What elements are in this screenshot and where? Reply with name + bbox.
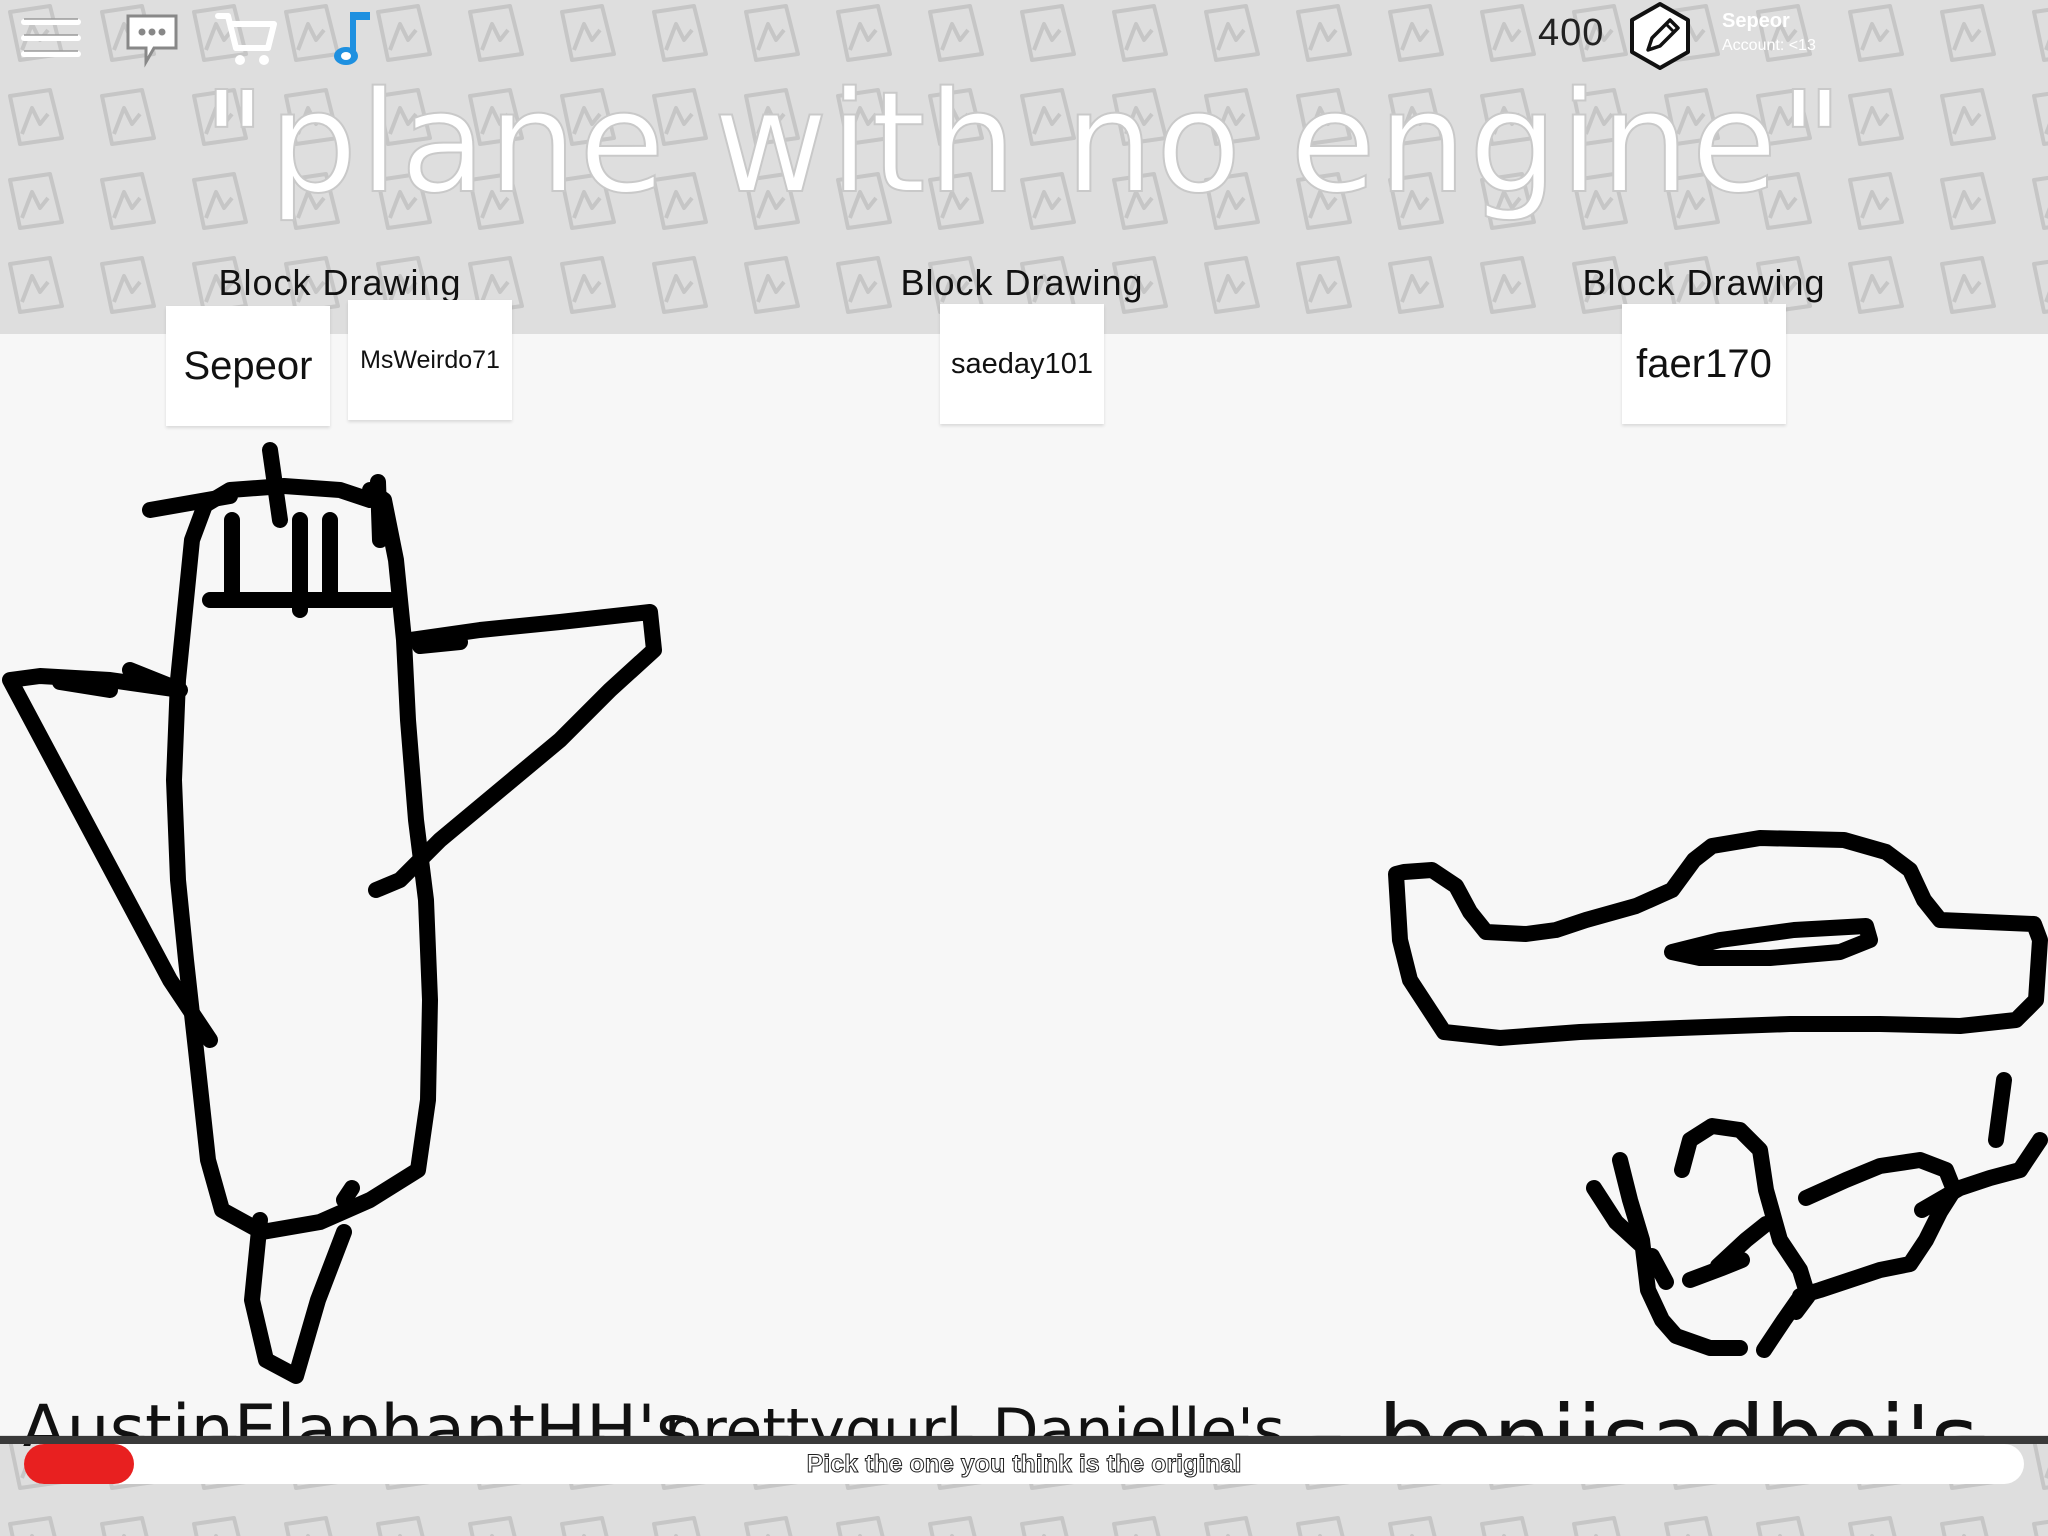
block-drawing-label-3: Block Drawing bbox=[1582, 262, 1826, 303]
player-tag[interactable]: Sepeor bbox=[166, 306, 330, 426]
block-drawing-label-2: Block Drawing bbox=[900, 262, 1144, 303]
username-label: Sepeor bbox=[1722, 10, 1790, 32]
status-message: Pick the one you think is the original bbox=[806, 1450, 1242, 1479]
player-tag[interactable]: faer170 bbox=[1622, 304, 1786, 424]
account-label: Account: <13 bbox=[1722, 37, 1816, 54]
player-tag[interactable]: MsWeirdo71 bbox=[348, 300, 512, 420]
drawing-canvas[interactable] bbox=[0, 334, 2048, 1435]
chat-bubble-icon[interactable] bbox=[120, 8, 186, 68]
drawing-prompt: "plane with no engine" bbox=[201, 62, 1846, 225]
coin-count: 400 bbox=[1538, 12, 1605, 54]
hamburger-menu-icon[interactable] bbox=[18, 8, 84, 68]
block-drawing-label-1: Block Drawing bbox=[218, 262, 462, 303]
shopping-cart-icon[interactable] bbox=[214, 8, 280, 68]
bottom-divider bbox=[0, 1436, 2048, 1444]
music-note-icon[interactable] bbox=[320, 8, 386, 68]
player-tag[interactable]: saeday101 bbox=[940, 304, 1104, 424]
